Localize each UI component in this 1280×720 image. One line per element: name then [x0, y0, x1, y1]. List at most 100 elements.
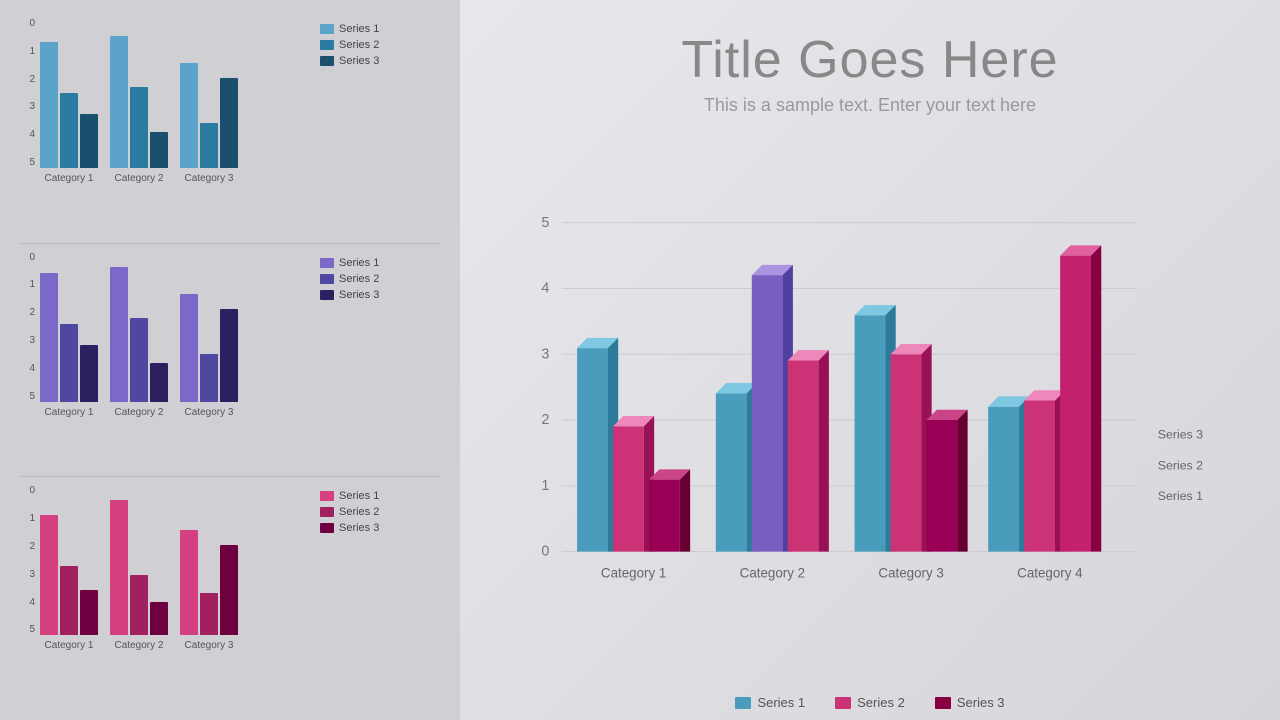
legend-item: Series 1 — [320, 23, 379, 35]
x-labels-2: Category 1 Category 2 Category 3 — [40, 407, 310, 418]
cat-group-2-1 — [40, 273, 98, 402]
bars-area-2 — [40, 252, 310, 402]
x-label: Category 3 — [180, 407, 238, 418]
bar — [40, 515, 58, 635]
svg-text:Category 4: Category 4 — [1017, 565, 1083, 580]
bar — [60, 566, 78, 635]
bar — [110, 500, 128, 635]
legend-label: Series 1 — [339, 257, 379, 269]
bar — [130, 318, 148, 402]
legend-color-s2 — [835, 697, 851, 709]
bar — [200, 354, 218, 402]
bar — [40, 42, 58, 168]
cat1-s1 — [577, 338, 618, 552]
legend-label-s3: Series 3 — [957, 695, 1005, 710]
cat4-s2 — [1024, 390, 1065, 551]
legend-label: Series 1 — [339, 23, 379, 35]
bar — [60, 93, 78, 168]
svg-text:Series 2: Series 2 — [1158, 458, 1203, 472]
legend-2: Series 1 Series 2 Series 3 — [320, 252, 379, 301]
x-label: Category 2 — [110, 407, 168, 418]
legend-label-s2: Series 2 — [857, 695, 905, 710]
bar — [200, 123, 218, 168]
legend-color-s3 — [935, 697, 951, 709]
cat3-s1 — [855, 305, 896, 552]
x-label: Category 1 — [40, 173, 98, 184]
bar — [110, 36, 128, 168]
cat1-s3 — [649, 469, 690, 551]
cat-group-1-2 — [110, 36, 168, 168]
main-title: Title Goes Here — [500, 30, 1240, 90]
svg-text:Category 1: Category 1 — [601, 565, 666, 580]
cat4-s1 — [988, 396, 1029, 551]
legend-color — [320, 258, 334, 268]
svg-text:5: 5 — [541, 215, 549, 231]
cat-group-1-3 — [180, 63, 238, 168]
chart-3d-wrapper: 0 1 2 3 4 5 — [500, 136, 1240, 700]
legend-item: Series 3 — [320, 55, 379, 67]
x-label: Category 3 — [180, 640, 238, 651]
chart-section-1: 5 4 3 2 1 0 — [20, 10, 440, 244]
bars-area-1 — [40, 18, 310, 168]
legend-color — [320, 290, 334, 300]
legend-1: Series 1 Series 2 Series 3 — [320, 18, 379, 67]
small-chart-3: 5 4 3 2 1 0 — [20, 485, 310, 655]
main-subtitle: This is a sample text. Enter your text h… — [500, 95, 1240, 116]
x-labels-1: Category 1 Category 2 Category 3 — [40, 173, 310, 184]
legend-color — [320, 523, 334, 533]
bar — [150, 602, 168, 635]
legend-color-s1 — [735, 697, 751, 709]
cat1-s2 — [613, 416, 654, 552]
bar — [110, 267, 128, 402]
svg-text:1: 1 — [541, 478, 549, 494]
bar — [220, 78, 238, 168]
svg-text:Category 2: Category 2 — [740, 565, 805, 580]
bar — [150, 363, 168, 402]
x-labels-3: Category 1 Category 2 Category 3 — [40, 640, 310, 651]
bar — [80, 345, 98, 402]
cat3-s2 — [891, 344, 932, 552]
legend-color — [320, 24, 334, 34]
svg-text:Series 1: Series 1 — [1158, 489, 1203, 503]
svg-text:Category 3: Category 3 — [878, 565, 943, 580]
y-axis-2: 5 4 3 2 1 0 — [20, 252, 35, 402]
bottom-legend-item-3: Series 3 — [935, 695, 1005, 710]
cat-group-2-2 — [110, 267, 168, 402]
chart-section-2: 5 4 3 2 1 0 — [20, 244, 440, 478]
legend-item: Series 2 — [320, 506, 379, 518]
legend-label: Series 1 — [339, 490, 379, 502]
small-chart-2: 5 4 3 2 1 0 — [20, 252, 310, 422]
legend-item: Series 2 — [320, 273, 379, 285]
cat-group-3-3 — [180, 530, 238, 635]
cat-group-3-1 — [40, 515, 98, 635]
x-label: Category 2 — [110, 173, 168, 184]
bar — [80, 114, 98, 168]
legend-color — [320, 507, 334, 517]
bottom-legend-item-2: Series 2 — [835, 695, 905, 710]
bar — [180, 294, 198, 402]
svg-text:0: 0 — [541, 544, 549, 560]
x-label: Category 2 — [110, 640, 168, 651]
cat4-s3 — [1060, 245, 1101, 551]
legend-label: Series 2 — [339, 506, 379, 518]
bar — [130, 87, 148, 168]
bar — [200, 593, 218, 635]
cat-group-3-2 — [110, 500, 168, 635]
bar — [80, 590, 98, 635]
legend-label: Series 3 — [339, 522, 379, 534]
legend-color — [320, 274, 334, 284]
bar — [180, 530, 198, 635]
cat-group-1-1 — [40, 42, 98, 168]
x-label: Category 1 — [40, 407, 98, 418]
bar — [130, 575, 148, 635]
x-label: Category 3 — [180, 173, 238, 184]
legend-label: Series 2 — [339, 273, 379, 285]
right-panel: Title Goes Here This is a sample text. E… — [460, 0, 1280, 720]
svg-text:Series 3: Series 3 — [1158, 428, 1203, 442]
cat2-s3 — [788, 350, 829, 551]
cat3-s3 — [927, 410, 968, 552]
left-panel: 5 4 3 2 1 0 — [0, 0, 460, 720]
legend-item: Series 2 — [320, 39, 379, 51]
legend-color — [320, 40, 334, 50]
legend-3: Series 1 Series 2 Series 3 — [320, 485, 379, 534]
